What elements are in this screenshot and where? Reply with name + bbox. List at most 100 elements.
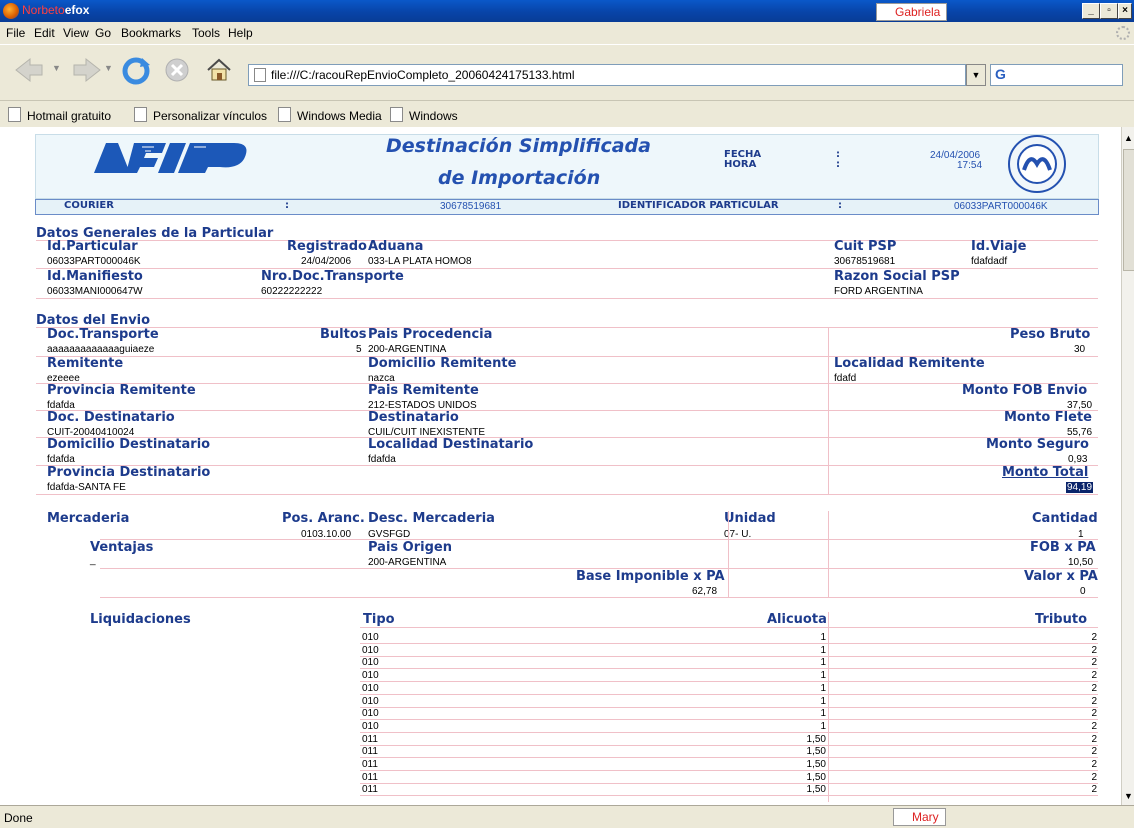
forward-dropdown-icon[interactable]: ▼	[104, 63, 113, 73]
bookmark-personalizar-label: Personalizar vínculos	[153, 109, 268, 123]
bookmark-hotmail[interactable]: Hotmail gratuito	[8, 107, 111, 123]
liq-alicuota-cell: 1,50	[806, 759, 826, 770]
menu-file[interactable]: File	[6, 26, 25, 40]
liq-tributo-cell: 2	[1091, 746, 1097, 758]
scroll-thumb[interactable]	[1123, 149, 1134, 271]
vertical-scrollbar[interactable]: ▲ ▼	[1121, 127, 1134, 805]
liq-tipo-cell: 011	[362, 746, 378, 758]
user-badge-top[interactable]: Gabriela	[876, 3, 948, 21]
liq-alicuota-cell: 1	[820, 644, 826, 656]
status-text: Done	[4, 811, 33, 825]
liq-tipo-cell: 011	[362, 733, 378, 745]
liq-tributo-cell: 2	[1091, 632, 1097, 643]
liq-tipo-cell: 011	[362, 771, 378, 783]
liq-row-divider	[360, 693, 1098, 695]
liq-tributo-cell: 2	[1091, 670, 1097, 682]
liq-row-divider	[360, 668, 1098, 670]
liq-alicuota-cell: 1,50	[806, 746, 826, 758]
menu-go[interactable]: Go	[95, 26, 111, 40]
liq-alicuota-cell: 1	[820, 695, 826, 707]
maximize-button[interactable]: ▫	[1100, 3, 1118, 19]
liq-tributo-cell: 2	[1091, 771, 1097, 783]
liq-tipo-cell: 010	[362, 670, 379, 682]
back-dropdown-icon[interactable]: ▼	[52, 63, 61, 73]
user-badge-bottom[interactable]: Mary	[893, 808, 946, 826]
scroll-up-icon[interactable]: ▲	[1124, 133, 1133, 143]
bookmark-personalizar[interactable]: Personalizar vínculos	[134, 107, 267, 123]
home-icon	[207, 58, 231, 81]
liq-tipo-cell: 010	[362, 682, 379, 694]
liq-tipo-cell: 010	[362, 644, 379, 656]
stop-button[interactable]	[162, 55, 192, 88]
reload-button[interactable]	[120, 55, 152, 90]
bookmark-hotmail-label: Hotmail gratuito	[27, 109, 112, 123]
liq-alicuota-cell: 1	[820, 682, 826, 694]
liq-row-divider	[360, 731, 1098, 733]
liq-alicuota-cell: 1,50	[806, 771, 826, 783]
bookmarks-toolbar: Hotmail gratuito Personalizar vínculos W…	[0, 100, 1134, 127]
bookmark-page-icon	[8, 107, 21, 122]
address-dropdown-button[interactable]: ▼	[966, 64, 986, 86]
menu-help[interactable]: Help	[228, 26, 253, 40]
close-button[interactable]: ×	[1118, 3, 1132, 19]
liq-row-divider	[360, 655, 1098, 657]
forward-button[interactable]	[66, 53, 106, 87]
liq-tipo-cell: 010	[362, 720, 379, 732]
liq-row-divider	[360, 795, 1098, 797]
status-bar: Done Mary	[0, 805, 1134, 828]
liq-tipo-cell: 011	[362, 784, 378, 796]
menu-bar: File Edit View Go Bookmarks Tools Help	[0, 22, 1134, 44]
bookmark-windows[interactable]: Windows	[390, 107, 458, 123]
liq-alicuota-cell: 1	[820, 670, 826, 682]
liq-row-divider	[360, 643, 1098, 644]
minimize-button[interactable]: _	[1082, 3, 1100, 19]
menu-bookmarks[interactable]: Bookmarks	[121, 26, 181, 40]
liq-tributo-cell: 2	[1091, 695, 1097, 707]
window-title: Norbetoefox	[22, 3, 89, 17]
liq-tributo-cell: 2	[1091, 733, 1097, 745]
back-arrow-icon	[15, 57, 43, 83]
liq-alicuota-cell: 1,50	[806, 784, 826, 796]
liq-tributo-cell: 2	[1091, 708, 1097, 720]
page-content: Destinación Simplificada de Importación …	[0, 127, 1121, 805]
address-bar[interactable]: file:///C:/racouRepEnvioCompleto_2006042…	[248, 64, 966, 86]
liquidaciones-table: 010 1 2 010 1 2 010 1 2 010 1 2 010 1 2 010 1 2 010 1 2 010 1 2…	[0, 127, 1121, 805]
liq-tipo-cell: 010	[362, 695, 379, 707]
liq-row-divider	[360, 706, 1098, 708]
menu-tools[interactable]: Tools	[192, 26, 220, 40]
menu-view[interactable]: View	[63, 26, 89, 40]
liq-row-divider	[360, 782, 1098, 784]
liq-alicuota-cell: 1,50	[806, 733, 826, 745]
liq-tributo-cell: 2	[1091, 720, 1097, 732]
bookmark-windows-media[interactable]: Windows Media	[278, 107, 382, 123]
title-bar: Norbetoefox Gabriela _ ▫ ×	[0, 0, 1134, 22]
liq-tipo-cell: 011	[362, 759, 378, 770]
address-text: file:///C:/racouRepEnvioCompleto_2006042…	[271, 68, 575, 82]
liq-alicuota-cell: 1	[820, 632, 826, 643]
google-g-icon: G	[995, 66, 1006, 82]
title-app: efox	[64, 3, 90, 17]
bookmark-windows-media-label: Windows Media	[297, 109, 382, 123]
back-button[interactable]	[10, 53, 50, 87]
liq-row-divider	[360, 681, 1098, 683]
liq-tipo-cell: 010	[362, 632, 379, 643]
liq-row-divider	[360, 744, 1098, 746]
liq-alicuota-cell: 1	[820, 708, 826, 720]
search-box[interactable]: G	[990, 64, 1123, 86]
liq-tipo-cell: 010	[362, 708, 379, 720]
liq-alicuota-cell: 1	[820, 657, 826, 669]
liq-row-divider	[360, 757, 1098, 759]
liq-row-divider	[360, 770, 1098, 771]
liq-tributo-cell: 2	[1091, 759, 1097, 770]
liq-tributo-cell: 2	[1091, 644, 1097, 656]
menu-edit[interactable]: Edit	[34, 26, 55, 40]
scroll-down-icon[interactable]: ▼	[1124, 791, 1133, 801]
liq-row-divider	[360, 719, 1098, 721]
stop-icon	[165, 58, 189, 82]
liq-tipo-cell: 010	[362, 657, 379, 669]
forward-arrow-icon	[73, 57, 101, 83]
home-button[interactable]	[204, 55, 234, 88]
throbber-icon	[1116, 26, 1130, 40]
bookmark-page-icon	[278, 107, 291, 122]
user-badge-bottom-label: Mary	[912, 810, 939, 824]
